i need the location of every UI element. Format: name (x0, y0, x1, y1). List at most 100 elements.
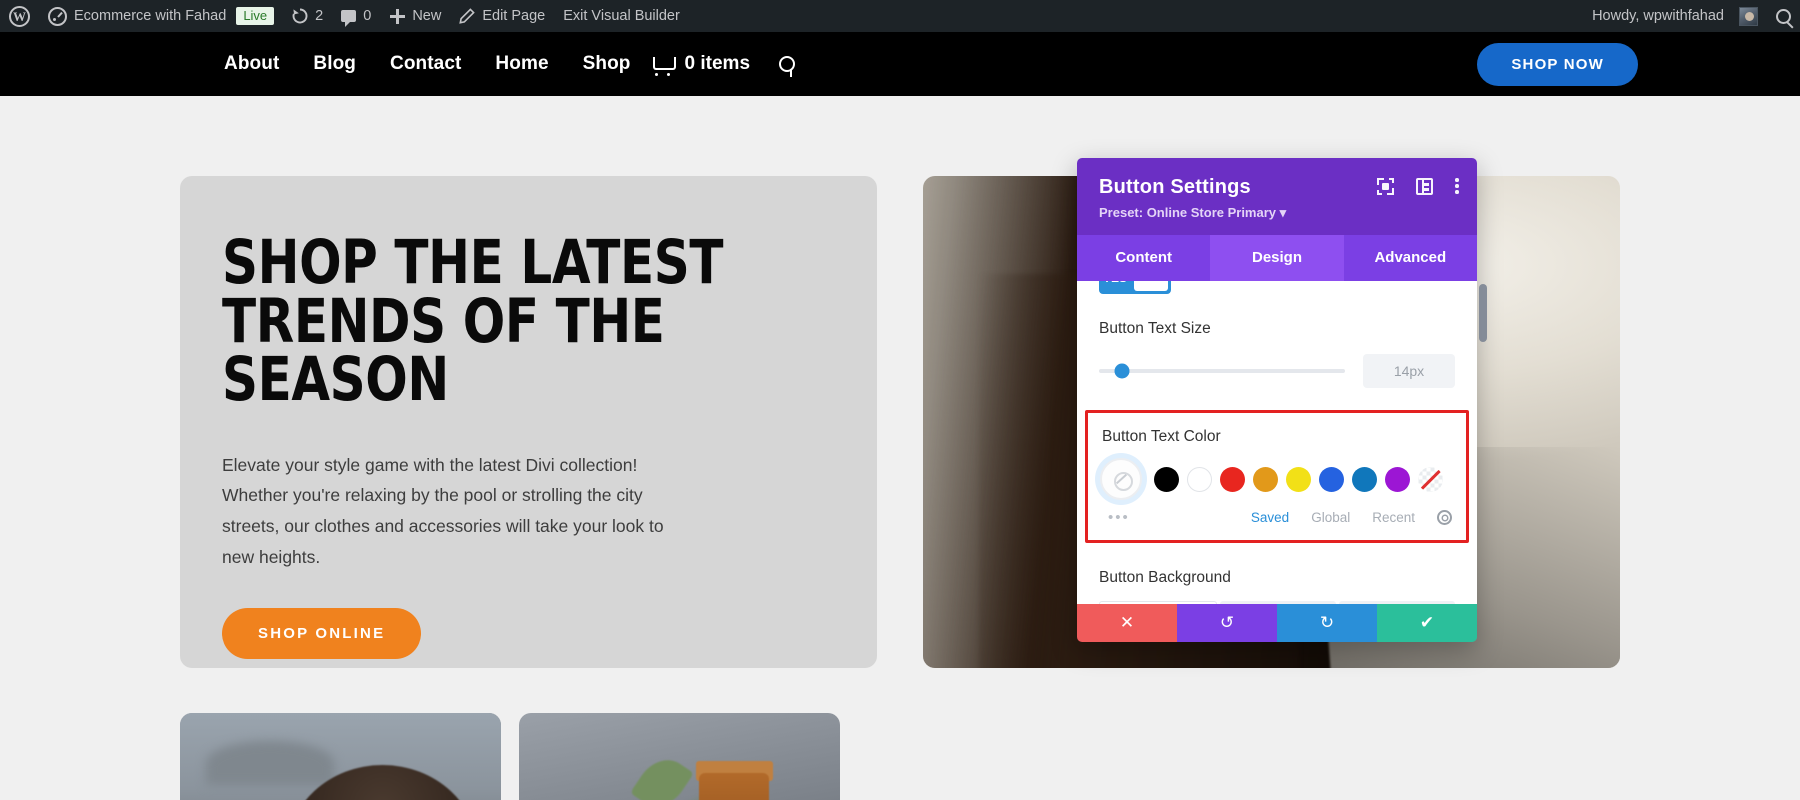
adminbar-search[interactable] (1767, 0, 1800, 32)
site-header: About Blog Contact Home Shop 0 items SHO… (0, 32, 1800, 96)
swatch-yellow[interactable] (1286, 466, 1311, 492)
focus-target-icon[interactable] (1377, 178, 1394, 195)
nav-item-blog[interactable]: Blog (296, 53, 373, 75)
cart-link[interactable]: 0 items (648, 53, 760, 76)
swatch-orange[interactable] (1253, 466, 1278, 492)
nav-item-contact[interactable]: Contact (373, 53, 478, 75)
adminbar-comments[interactable]: 0 (332, 0, 380, 32)
button-text-size-control: 14px (1099, 354, 1455, 388)
modal-footer: ✕ ↺ ↻ ✔ (1077, 604, 1477, 642)
color-tab-saved[interactable]: Saved (1251, 510, 1289, 525)
redo-button[interactable]: ↻ (1277, 604, 1377, 642)
adminbar-edit-page[interactable]: Edit Page (450, 0, 554, 32)
howdy-label: Howdy, wpwithfahad (1592, 8, 1724, 24)
primary-nav: About Blog Contact Home Shop 0 items (207, 53, 796, 76)
swatch-red[interactable] (1220, 466, 1245, 492)
text-size-slider-knob[interactable] (1114, 363, 1130, 379)
swatch-white[interactable] (1187, 466, 1212, 492)
page-body: SHOP THE LATEST TRENDS OF THE SEASON Ele… (0, 96, 1800, 800)
search-icon (1776, 8, 1791, 24)
more-colors-icon[interactable]: ••• (1108, 509, 1130, 526)
site-name-label: Ecommerce with Fahad (74, 8, 227, 24)
swatch-black[interactable] (1154, 466, 1179, 492)
color-swatch-row (1100, 458, 1452, 500)
adminbar-new[interactable]: New (380, 0, 450, 32)
modal-fields: Button Text Size 14px Button Text Color (1077, 320, 1477, 604)
modal-body: YES Button Text Size 14px Button Text Co… (1077, 281, 1477, 604)
cart-icon (652, 55, 676, 76)
color-tab-global[interactable]: Global (1311, 510, 1350, 525)
color-picker-button[interactable] (1100, 458, 1142, 500)
button-text-color-label: Button Text Color (1102, 428, 1221, 445)
tab-advanced[interactable]: Advanced (1344, 235, 1477, 281)
modal-header: Button Settings Preset: Online Store Pri… (1077, 158, 1477, 235)
swatch-teal-blue[interactable] (1352, 466, 1377, 492)
nav-item-home[interactable]: Home (478, 53, 565, 75)
modal-preset-selector[interactable]: Preset: Online Store Primary ▾ (1099, 205, 1455, 221)
button-text-color-section: Button Text Color ••• Saved Global Recen… (1085, 410, 1469, 543)
yes-no-toggle-clipped: YES (1099, 281, 1477, 294)
swatch-purple[interactable] (1385, 466, 1410, 492)
modal-scrollbar-thumb[interactable] (1479, 284, 1487, 342)
adminbar-updates[interactable]: 2 (283, 0, 332, 32)
background-type-gradient[interactable] (1220, 601, 1336, 604)
gear-icon[interactable] (1437, 510, 1452, 525)
yes-no-toggle[interactable]: YES (1099, 281, 1171, 294)
color-source-tabs: Saved Global Recent (1251, 510, 1452, 525)
shop-now-button[interactable]: SHOP NOW (1477, 42, 1638, 86)
hero-heading: SHOP THE LATEST TRENDS OF THE SEASON (222, 227, 724, 416)
new-label: New (412, 8, 442, 24)
eyedropper-icon (1111, 469, 1133, 491)
tab-design[interactable]: Design (1210, 235, 1344, 281)
discard-button[interactable]: ✕ (1077, 604, 1177, 642)
updates-icon (292, 8, 308, 24)
color-section-footer: ••• Saved Global Recent (1102, 509, 1452, 526)
background-type-tabs (1099, 601, 1455, 604)
swatch-blue[interactable] (1319, 466, 1344, 492)
nav-search-icon[interactable] (779, 56, 796, 72)
site-dashboard-icon (48, 6, 67, 26)
edit-page-label: Edit Page (482, 8, 546, 24)
modal-tabs: Content Design Advanced (1077, 235, 1477, 281)
wp-admin-bar: W Ecommerce with Fahad Live 2 0 New Edit… (0, 0, 1800, 32)
avatar (1739, 6, 1758, 26)
cart-count-label: 0 items (684, 53, 751, 74)
panel-layout-icon[interactable] (1416, 178, 1433, 195)
more-vertical-icon[interactable] (1455, 178, 1459, 195)
product-card-hat[interactable] (180, 713, 501, 800)
tab-content[interactable]: Content (1077, 235, 1210, 281)
undo-button[interactable]: ↺ (1177, 604, 1277, 642)
hero-paragraph: Elevate your style game with the latest … (222, 454, 664, 567)
swatch-none[interactable] (1418, 466, 1443, 492)
color-tab-recent[interactable]: Recent (1372, 510, 1415, 525)
modal-preset-label: Preset: Online Store Primary (1099, 205, 1277, 220)
chevron-down-icon: ▾ (1279, 205, 1287, 220)
plus-icon (389, 8, 406, 24)
background-type-image[interactable] (1339, 601, 1455, 604)
product-card-bottle[interactable] (519, 713, 840, 800)
comment-bubble-icon (341, 10, 357, 27)
adminbar-wp-logo[interactable]: W (0, 0, 39, 32)
pencil-icon (459, 8, 476, 24)
shop-online-button[interactable]: SHOP ONLINE (222, 608, 422, 660)
exit-builder-label: Exit Visual Builder (563, 8, 680, 24)
card-image-rock (205, 741, 335, 785)
text-size-value-input[interactable]: 14px (1363, 354, 1455, 388)
toggle-yes-label: YES (1099, 281, 1131, 294)
wordpress-logo-icon: W (9, 5, 30, 27)
text-size-slider[interactable] (1099, 363, 1345, 379)
adminbar-exit-visual-builder[interactable]: Exit Visual Builder (554, 0, 689, 32)
updates-count: 2 (315, 8, 324, 24)
button-text-size-label: Button Text Size (1099, 320, 1211, 337)
button-background-label: Button Background (1099, 569, 1231, 586)
adminbar-my-account[interactable]: Howdy, wpwithfahad (1583, 0, 1767, 32)
adminbar-right: Howdy, wpwithfahad (1583, 0, 1800, 32)
adminbar-site-name[interactable]: Ecommerce with Fahad Live (39, 0, 283, 32)
save-button[interactable]: ✔ (1377, 604, 1477, 642)
nav-item-about[interactable]: About (207, 53, 296, 75)
toggle-knob (1134, 281, 1168, 291)
comments-count: 0 (363, 8, 372, 24)
nav-item-shop[interactable]: Shop (566, 53, 648, 75)
background-type-solid[interactable] (1099, 601, 1217, 604)
button-settings-modal: Button Settings Preset: Online Store Pri… (1077, 158, 1487, 642)
